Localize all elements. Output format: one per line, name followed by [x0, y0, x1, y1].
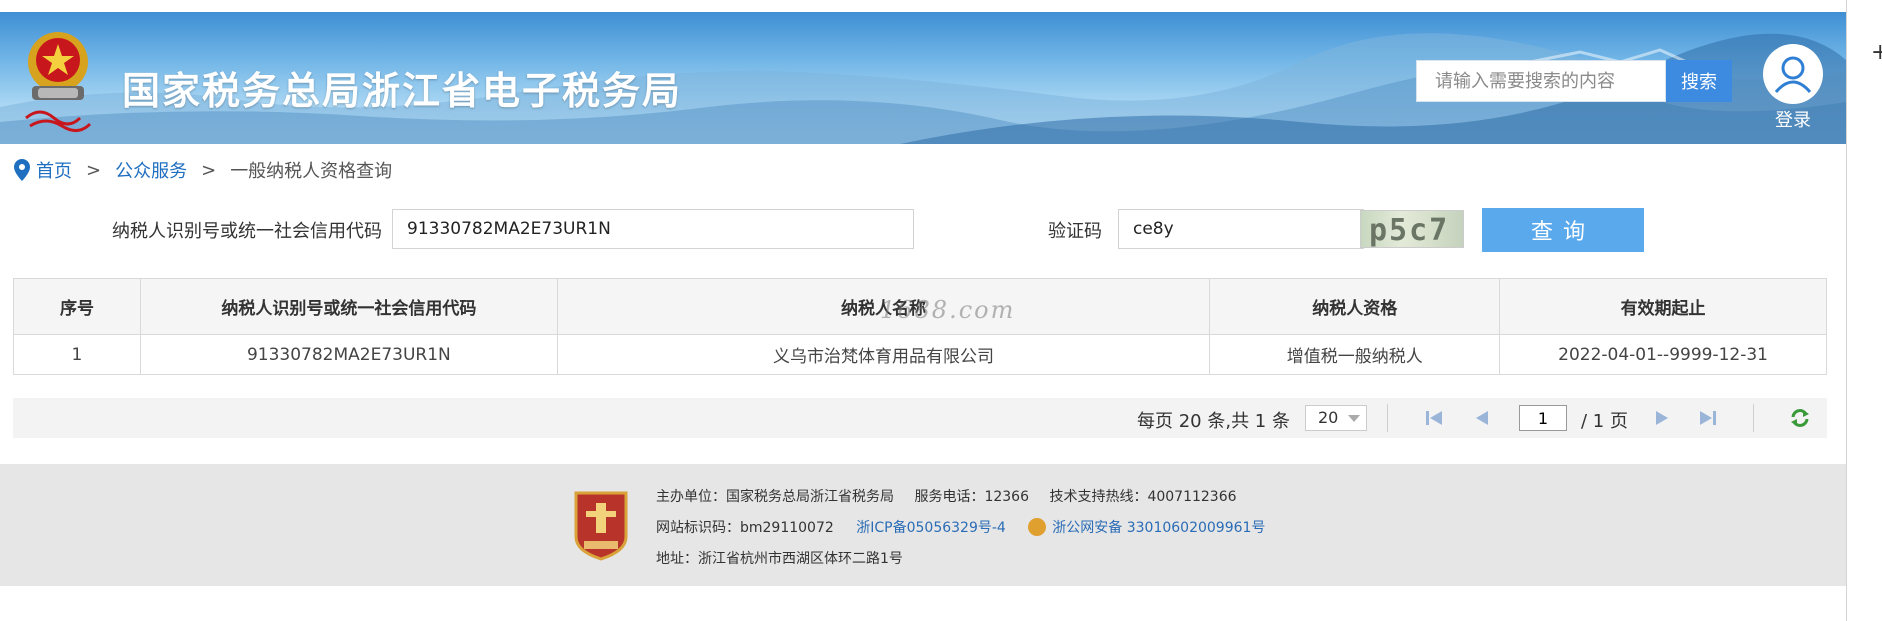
header-banner: 国家税务总局浙江省电子税务局 搜索 登录 — [0, 12, 1846, 144]
page: 国家税务总局浙江省电子税务局 搜索 登录 首页 > 公众服务 — [0, 0, 1882, 621]
main-area: 国家税务总局浙江省电子税务局 搜索 登录 首页 > 公众服务 — [0, 0, 1846, 621]
cell-validity: 2022-04-01--9999-12-31 — [1499, 334, 1827, 375]
table-row: 1 91330782MA2E73UR1N 义乌市治梵体育用品有限公司 增值税一般… — [13, 334, 1827, 375]
footer-phone: 服务电话：12366 — [914, 489, 1029, 505]
footer-address: 地址：浙江省杭州市西湖区体环二路1号 — [656, 551, 903, 567]
taxid-label: 纳税人识别号或统一社会信用代码 — [112, 221, 382, 242]
divider — [1753, 404, 1754, 432]
footer-icp-link[interactable]: 浙ICP备05056329号-4 — [856, 520, 1006, 536]
breadcrumb-home[interactable]: 首页 — [36, 157, 72, 183]
current-page-input[interactable] — [1519, 405, 1567, 431]
user-avatar-icon[interactable] — [1763, 44, 1823, 104]
next-page-icon[interactable] — [1651, 408, 1673, 428]
result-table: 序号 纳税人识别号或统一社会信用代码 纳税人名称 纳税人资格 有效期起止 1 9… — [13, 278, 1827, 375]
column-header-name: 纳税人名称 — [556, 278, 1211, 335]
captcha-text: p5c7 — [1369, 213, 1450, 248]
breadcrumb-separator: > — [201, 159, 217, 181]
site-title: 国家税务总局浙江省电子税务局 — [122, 69, 683, 113]
captcha-image[interactable]: p5c7 — [1360, 210, 1464, 248]
search-button[interactable]: 搜索 — [1666, 60, 1732, 102]
browser-side-panel: + — [1846, 0, 1882, 621]
divider — [1387, 404, 1388, 432]
first-page-icon[interactable] — [1423, 408, 1445, 428]
last-page-icon[interactable] — [1697, 408, 1719, 428]
pagination-info: 每页 20 条,共 1 条 — [1137, 411, 1290, 432]
prev-page-icon[interactable] — [1471, 408, 1493, 428]
login-label[interactable]: 登录 — [1762, 106, 1824, 132]
footer-host: 主办单位：国家税务总局浙江省税务局 — [656, 489, 894, 505]
captcha-label: 验证码 — [1048, 221, 1102, 242]
page-size-select[interactable]: 20 — [1305, 405, 1367, 431]
footer-line-1: 主办单位：国家税务总局浙江省税务局 服务电话：12366 技术支持热线：4007… — [656, 486, 1237, 506]
pagination-bar: 每页 20 条,共 1 条 20 / 1 页 — [13, 398, 1827, 438]
footer-support: 技术支持热线：4007112366 — [1049, 489, 1237, 505]
cell-taxid: 91330782MA2E73UR1N — [139, 334, 558, 375]
search-input[interactable] — [1416, 60, 1666, 102]
captcha-input[interactable] — [1118, 209, 1364, 249]
footer-site-code: 网站标识码：bm29110072 — [656, 520, 834, 536]
police-badge-icon — [1028, 518, 1047, 536]
column-header-index: 序号 — [13, 278, 141, 335]
cell-qualification: 增值税一般纳税人 — [1209, 334, 1501, 375]
total-pages: / 1 页 — [1581, 411, 1628, 432]
chevron-down-icon — [1348, 415, 1360, 422]
breadcrumb: 首页 > 公众服务 > 一般纳税人资格查询 — [14, 158, 392, 182]
taxid-input[interactable] — [392, 209, 914, 249]
column-header-qualification: 纳税人资格 — [1209, 278, 1501, 335]
breadcrumb-current: 一般纳税人资格查询 — [230, 161, 393, 182]
login-link[interactable]: 登录 — [1762, 44, 1824, 132]
cell-name: 义乌市治梵体育用品有限公司 — [556, 334, 1211, 375]
cell-index: 1 — [13, 334, 141, 375]
footer: 主办单位：国家税务总局浙江省税务局 服务电话：12366 技术支持热线：4007… — [0, 464, 1846, 586]
breadcrumb-separator: > — [86, 159, 102, 181]
location-pin-icon — [14, 159, 30, 181]
footer-police-link[interactable]: 浙公网安备 33010602009961号 — [1052, 520, 1265, 536]
government-badge-icon[interactable] — [572, 489, 630, 561]
plus-icon[interactable]: + — [1871, 40, 1882, 65]
column-header-validity: 有效期起止 — [1499, 278, 1827, 335]
breadcrumb-public-service[interactable]: 公众服务 — [115, 157, 187, 183]
query-button[interactable]: 查询 — [1482, 208, 1644, 252]
column-header-taxid: 纳税人识别号或统一社会信用代码 — [139, 278, 558, 335]
table-header-row: 序号 纳税人识别号或统一社会信用代码 纳税人名称 纳税人资格 有效期起止 — [13, 278, 1827, 335]
refresh-icon[interactable] — [1789, 408, 1811, 428]
page-size-value: 20 — [1318, 408, 1339, 427]
footer-line-2: 网站标识码：bm29110072 浙ICP备05056329号-4 浙公网安备 … — [656, 517, 1265, 537]
tax-emblem-icon — [25, 32, 92, 132]
